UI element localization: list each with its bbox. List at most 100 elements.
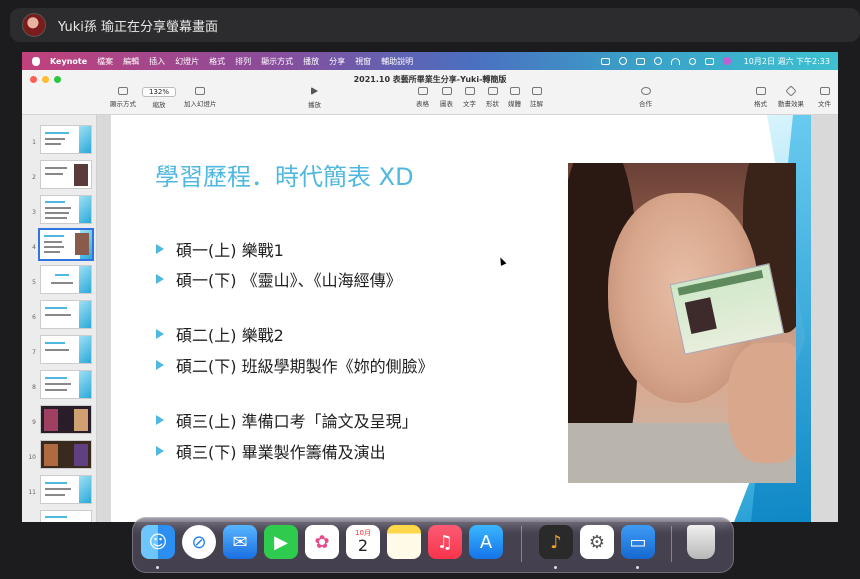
menu-help[interactable]: 輔助說明 bbox=[381, 56, 413, 67]
document-button[interactable]: 文件 bbox=[818, 87, 831, 108]
slide-thumbnail-12[interactable] bbox=[40, 510, 92, 522]
menu-arrange[interactable]: 排列 bbox=[235, 56, 251, 67]
menu-share[interactable]: 分享 bbox=[329, 56, 345, 67]
menu-file[interactable]: 檔案 bbox=[97, 56, 113, 67]
bullet-triangle-icon bbox=[156, 360, 164, 370]
clock-status-icon[interactable] bbox=[653, 57, 662, 65]
menu-play[interactable]: 播放 bbox=[303, 56, 319, 67]
slide-thumbnail-4-selected[interactable] bbox=[38, 228, 94, 261]
menubar-clock[interactable]: 10月2日 週六 下午2:33 bbox=[744, 56, 830, 67]
profile-photo[interactable] bbox=[568, 163, 796, 483]
keynote-icon[interactable]: ▭ bbox=[621, 525, 655, 559]
menu-slide[interactable]: 幻燈片 bbox=[175, 56, 199, 67]
text-box-icon bbox=[464, 87, 475, 95]
bullet-triangle-icon bbox=[156, 244, 164, 254]
view-button[interactable]: 顯示方式 bbox=[110, 87, 136, 108]
input-source-icon[interactable] bbox=[635, 57, 645, 65]
document-icon bbox=[819, 87, 830, 95]
avatar bbox=[22, 13, 46, 37]
slide-title[interactable]: 學習歷程．時代簡表 XD bbox=[155, 157, 414, 192]
macos-menubar: Keynote 檔案 編輯 插入 幻燈片 格式 排列 顯示方式 播放 分享 視窗… bbox=[22, 52, 838, 70]
menu-view[interactable]: 顯示方式 bbox=[261, 56, 293, 67]
facetime-icon[interactable]: ▶ bbox=[264, 525, 298, 559]
play-status-icon[interactable] bbox=[618, 57, 627, 65]
shape-button[interactable]: 形狀 bbox=[486, 87, 499, 108]
slide-thumbnail-10[interactable] bbox=[40, 440, 92, 469]
chart-button[interactable]: 圖表 bbox=[440, 87, 453, 108]
slide-thumbnail-8[interactable] bbox=[40, 370, 92, 399]
slide-thumbnail-9[interactable] bbox=[40, 405, 92, 434]
slide-thumbnail-11[interactable] bbox=[40, 475, 92, 504]
animate-button[interactable]: 動畫效果 bbox=[778, 85, 804, 108]
bullet-triangle-icon bbox=[156, 329, 164, 339]
comment-button[interactable]: 註解 bbox=[530, 87, 543, 108]
media-icon bbox=[509, 87, 520, 95]
slide-number: 7 bbox=[32, 349, 36, 356]
media-button[interactable]: 媒體 bbox=[508, 87, 521, 108]
add-slide-button[interactable]: 加入幻燈片 bbox=[184, 87, 217, 108]
trash-icon[interactable] bbox=[687, 525, 715, 559]
slide-navigator[interactable]: 1 2 3 4 5 6 7 8 9 10 11 bbox=[22, 115, 97, 522]
slide-number: 8 bbox=[32, 384, 36, 391]
screen-mirror-icon[interactable] bbox=[600, 57, 610, 65]
photos-icon[interactable]: ✿ bbox=[305, 525, 339, 559]
menu-app-name[interactable]: Keynote bbox=[50, 57, 87, 66]
music-icon[interactable]: ♫ bbox=[428, 525, 462, 559]
slide-thumbnail-6[interactable] bbox=[40, 300, 92, 329]
comment-icon bbox=[531, 87, 542, 95]
slide-thumbnail-1[interactable] bbox=[40, 125, 92, 154]
safari-icon[interactable]: ⊘ bbox=[182, 525, 216, 559]
plus-square-icon bbox=[195, 87, 206, 95]
zoom-control[interactable]: 132% 縮放 bbox=[142, 87, 177, 109]
menu-window[interactable]: 視窗 bbox=[355, 56, 371, 67]
menu-format[interactable]: 格式 bbox=[209, 56, 225, 67]
app-store-icon[interactable]: A bbox=[469, 525, 503, 559]
search-icon[interactable] bbox=[688, 57, 696, 65]
bullet-triangle-icon bbox=[156, 274, 164, 284]
chart-icon bbox=[441, 87, 452, 95]
share-status-text: Yuki孫 瑜正在分享螢幕畫面 bbox=[58, 19, 218, 35]
shared-screen: Keynote 檔案 編輯 插入 幻燈片 格式 排列 顯示方式 播放 分享 視窗… bbox=[22, 52, 838, 522]
screen-share-banner: Yuki孫 瑜正在分享螢幕畫面 bbox=[10, 8, 860, 42]
play-icon bbox=[311, 87, 318, 95]
paintbrush-icon bbox=[755, 87, 766, 95]
notes-icon[interactable] bbox=[387, 525, 421, 559]
finder-icon[interactable]: ☺ bbox=[141, 525, 175, 559]
text-button[interactable]: 文字 bbox=[463, 87, 476, 108]
window-titlebar: 2021.10 表藝所畢業生分享-Yuki-轉簡版 顯示方式 132% 縮放 加… bbox=[22, 70, 838, 115]
slide-thumbnail-5[interactable] bbox=[40, 265, 92, 294]
slide-number: 2 bbox=[32, 174, 36, 181]
table-button[interactable]: 表格 bbox=[416, 87, 429, 108]
bullet-item[interactable]: 碩三(上) 準備口考「論文及呈現」 bbox=[156, 408, 418, 432]
play-button[interactable]: 播放 bbox=[308, 87, 321, 109]
slide-thumbnail-7[interactable] bbox=[40, 335, 92, 364]
bullet-item[interactable]: 碩二(上) 樂戰2 bbox=[156, 322, 284, 346]
sidebar-icon bbox=[118, 87, 128, 95]
slide-thumbnail-3[interactable] bbox=[40, 195, 92, 224]
calendar-icon[interactable]: 10月 2 bbox=[346, 525, 380, 559]
current-slide[interactable]: 學習歷程．時代簡表 XD 碩一(上) 樂戰1 碩一(下) 《靈山》、《山海經傳》… bbox=[111, 115, 811, 522]
siri-icon[interactable] bbox=[722, 57, 731, 65]
control-center-icon[interactable] bbox=[704, 57, 714, 65]
bullet-item[interactable]: 碩一(下) 《靈山》、《山海經傳》 bbox=[156, 267, 402, 291]
slide-number: 11 bbox=[28, 489, 36, 496]
shape-icon bbox=[487, 87, 498, 95]
menu-insert[interactable]: 插入 bbox=[149, 56, 165, 67]
slide-canvas[interactable]: 學習歷程．時代簡表 XD 碩一(上) 樂戰1 碩一(下) 《靈山》、《山海經傳》… bbox=[97, 115, 838, 522]
mail-icon[interactable]: ✉ bbox=[223, 525, 257, 559]
hardware-util-icon[interactable]: ⚙ bbox=[580, 525, 614, 559]
apple-logo-icon[interactable] bbox=[32, 56, 40, 66]
bullet-item[interactable]: 碩三(下) 畢業製作籌備及演出 bbox=[156, 439, 386, 463]
garageband-icon[interactable]: ♪ bbox=[539, 525, 573, 559]
zoom-value[interactable]: 132% bbox=[142, 87, 177, 97]
table-icon bbox=[417, 87, 428, 95]
wifi-icon[interactable] bbox=[670, 57, 680, 65]
bullet-item[interactable]: 碩二(下) 班級學期製作《妳的側臉》 bbox=[156, 353, 434, 377]
bullet-item[interactable]: 碩一(上) 樂戰1 bbox=[156, 237, 284, 261]
diamond-icon bbox=[785, 85, 797, 97]
menu-edit[interactable]: 編輯 bbox=[123, 56, 139, 67]
slide-thumbnail-2[interactable] bbox=[40, 160, 92, 189]
format-button[interactable]: 格式 bbox=[754, 87, 767, 108]
collaborate-button[interactable]: 合作 bbox=[639, 87, 652, 108]
dock: ☺ ⊘ ✉ ▶ ✿ 10月 2 ♫ A ♪ ⚙ ▭ bbox=[132, 517, 734, 573]
